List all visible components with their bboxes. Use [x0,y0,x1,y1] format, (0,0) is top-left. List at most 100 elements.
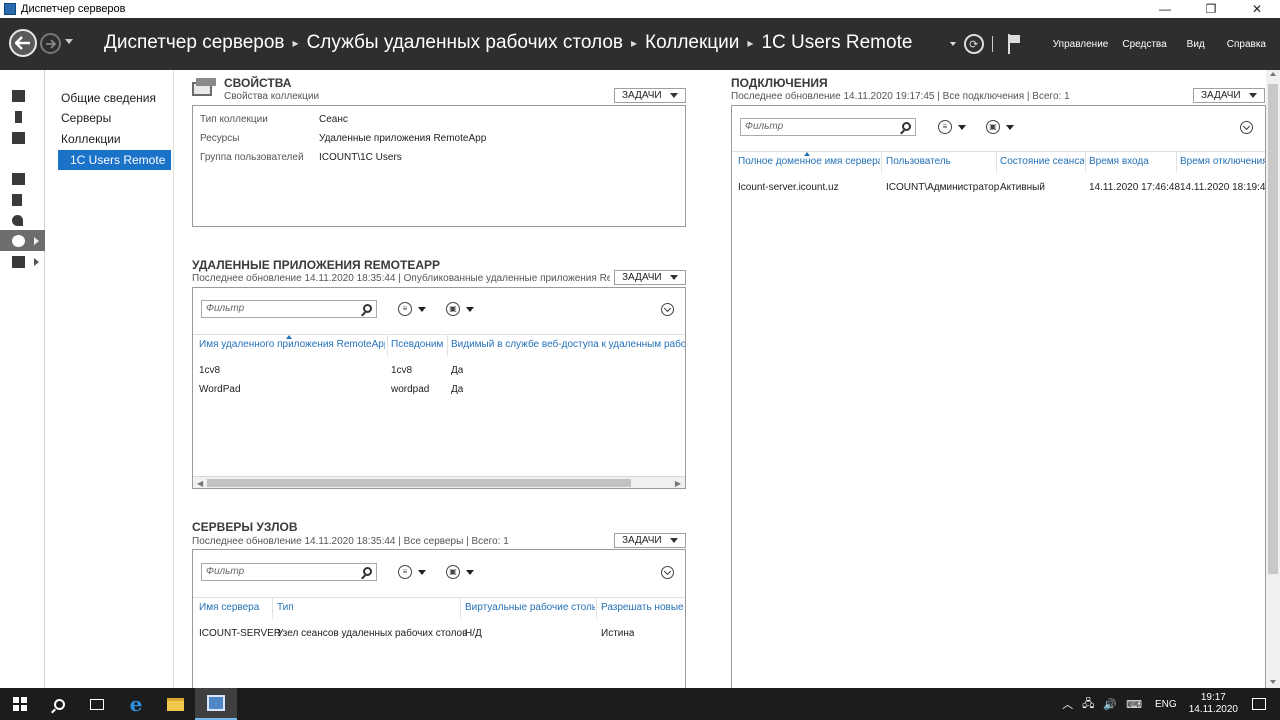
volume-icon[interactable]: 🔊 [1103,698,1117,711]
task-view-button[interactable] [78,688,116,720]
rail-local-server[interactable] [0,106,45,127]
file-explorer-button[interactable] [156,688,194,720]
table-cell[interactable]: ICOUNT-SERVER [199,628,281,639]
column-divider[interactable] [1085,151,1086,173]
notifications-flag-icon[interactable] [1007,34,1021,54]
breadcrumb-rds[interactable]: Службы удаленных рабочих столов [307,32,623,54]
forward-button[interactable] [40,33,61,54]
tray-chevron-icon[interactable]: ︿ [1062,696,1073,712]
column-divider[interactable] [272,597,273,619]
col-type[interactable]: Тип [277,602,457,613]
col-remoteapp-name[interactable]: Имя удаленного приложения RemoteApp [199,339,385,350]
connections-tasks-button[interactable]: ЗАДАЧИ [1193,88,1265,103]
hostservers-tasks-button[interactable]: ЗАДАЧИ [614,533,686,548]
maximize-button[interactable]: ❐ [1188,0,1234,18]
rail-dashboard[interactable] [0,85,45,106]
clock[interactable]: 19:17 14.11.2020 [1189,692,1238,716]
table-cell[interactable]: Истина [601,628,634,639]
breadcrumb-server-manager[interactable]: Диспетчер серверов [104,32,285,54]
search-button[interactable] [40,688,78,720]
table-cell[interactable]: Да [451,365,463,376]
table-cell[interactable]: Узел сеансов удаленных рабочих столов [277,628,467,639]
column-divider[interactable] [387,334,388,356]
col-session-state[interactable]: Состояние сеанса [1000,156,1084,167]
scroll-left-icon[interactable]: ◀ [197,479,203,488]
dropdown-arrow-icon[interactable] [466,570,474,575]
col-user[interactable]: Пользователь [886,156,994,167]
col-virtual-desktops[interactable]: Виртуальные рабочие столы [465,602,595,613]
col-visible-web[interactable]: Видимый в службе веб-доступа к удаленным… [451,339,685,350]
table-cell[interactable]: 1cv8 [199,365,220,376]
remoteapp-filter-input[interactable]: Фильтр [201,300,377,318]
column-divider[interactable] [596,597,597,619]
dropdown-arrow-icon[interactable] [466,307,474,312]
internet-explorer-button[interactable]: e [117,688,155,720]
scroll-down-icon[interactable] [1270,680,1276,684]
dropdown-arrow-icon[interactable] [958,125,966,130]
subnav-overview[interactable]: Общие сведения [58,88,171,108]
breadcrumb-dropdown-icon[interactable] [949,42,956,46]
network-icon[interactable]: 🖧 [1082,695,1094,714]
list-options-icon[interactable]: ≡ [398,565,412,579]
rail-remote-desktop[interactable] [0,230,45,251]
rail-all-servers[interactable] [0,127,45,148]
menu-manage[interactable]: Управление [1053,39,1109,50]
column-divider[interactable] [447,334,448,356]
table-cell[interactable]: wordpad [391,384,429,395]
table-cell[interactable]: Icount-server.icount.uz [738,182,839,193]
dropdown-arrow-icon[interactable] [1006,125,1014,130]
column-divider[interactable] [1176,151,1177,173]
dropdown-arrow-icon[interactable] [418,570,426,575]
properties-tasks-button[interactable]: ЗАДАЧИ [614,88,686,103]
table-cell[interactable]: 14.11.2020 18:19:44 [1180,182,1265,193]
server-manager-taskbar-button[interactable] [195,688,237,720]
expand-circle-icon[interactable] [1240,121,1253,134]
expand-circle-icon[interactable] [661,566,674,579]
breadcrumb-collections[interactable]: Коллекции [645,32,739,54]
save-query-icon[interactable]: ▣ [986,120,1000,134]
close-button[interactable]: ✕ [1234,0,1280,18]
rail-file-services[interactable] [0,168,45,189]
save-query-icon[interactable]: ▣ [446,302,460,316]
rail-iis[interactable] [0,189,45,210]
table-cell[interactable]: 1cv8 [391,365,412,376]
col-fqdn[interactable]: Полное доменное имя сервера [738,156,880,167]
table-cell[interactable]: 14.11.2020 17:46:48 [1089,182,1180,193]
hostservers-filter-input[interactable]: Фильтр [201,563,377,581]
save-query-icon[interactable]: ▣ [446,565,460,579]
column-divider[interactable] [460,597,461,619]
column-divider[interactable] [996,151,997,173]
rail-tools[interactable] [0,210,45,231]
remoteapp-hscrollbar[interactable]: ◀ ▶ [193,476,685,488]
scroll-up-icon[interactable] [1270,72,1276,76]
scroll-right-icon[interactable]: ▶ [675,479,681,488]
remoteapp-tasks-button[interactable]: ЗАДАЧИ [614,270,686,285]
back-button[interactable] [9,29,37,57]
subnav-collections[interactable]: Коллекции [58,129,171,149]
col-allow-new[interactable]: Разрешать новые п [601,602,685,613]
expand-circle-icon[interactable] [661,303,674,316]
col-alias[interactable]: Псевдоним [391,339,446,350]
dropdown-arrow-icon[interactable] [418,307,426,312]
refresh-icon[interactable]: ⟳ [963,34,984,54]
history-dropdown-icon[interactable] [65,39,73,44]
page-vscrollbar[interactable] [1266,70,1280,688]
col-disconnect-time[interactable]: Время отключения [1180,156,1265,167]
minimize-button[interactable]: — [1142,0,1188,18]
col-login-time[interactable]: Время входа [1089,156,1175,167]
menu-help[interactable]: Справка [1227,39,1266,50]
keyboard-icon[interactable]: ⌨ [1126,698,1142,711]
connections-filter-input[interactable]: Фильтр [740,118,916,136]
col-server-name[interactable]: Имя сервера [199,602,271,613]
start-button[interactable] [0,688,40,720]
scroll-thumb[interactable] [1268,84,1278,574]
list-options-icon[interactable]: ≡ [938,120,952,134]
column-divider[interactable] [881,151,882,173]
table-cell[interactable]: Да [451,384,463,395]
breadcrumb-collection[interactable]: 1C Users Remote [761,32,912,54]
action-center-icon[interactable] [1252,698,1266,710]
table-cell[interactable]: Н/Д [465,628,482,639]
table-cell[interactable]: WordPad [199,384,241,395]
table-cell[interactable]: Активный [1000,182,1045,193]
list-options-icon[interactable]: ≡ [398,302,412,316]
